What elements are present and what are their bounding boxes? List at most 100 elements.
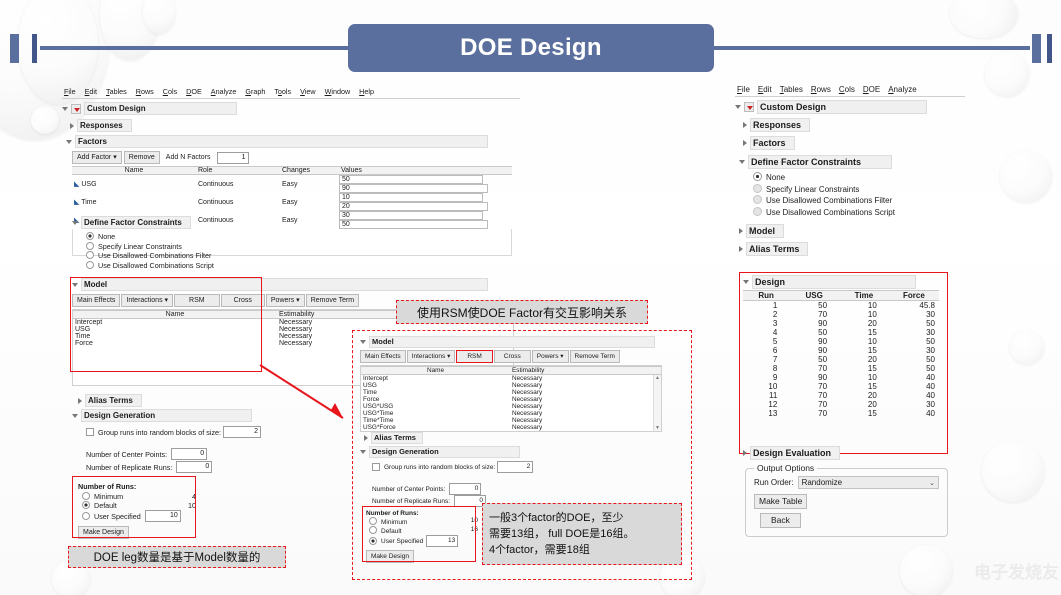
add-n-factors-input[interactable]: 1 xyxy=(216,151,249,164)
constraint-option-linear[interactable]: Specify Linear Constraints xyxy=(753,183,965,196)
section-model[interactable]: Model xyxy=(746,224,784,238)
main-effects-button[interactable]: Main Effects xyxy=(360,350,406,363)
back-button[interactable]: Back xyxy=(760,513,801,528)
constraint-option-filter[interactable]: Use Disallowed Combinations Filter xyxy=(86,251,522,261)
menu-item-rows[interactable]: Rows xyxy=(811,85,831,94)
menu-item-rows[interactable]: Rows xyxy=(136,87,154,96)
disclosure-icon[interactable] xyxy=(72,413,78,418)
constraint-option-script[interactable]: Use Disallowed Combinations Script xyxy=(86,260,522,271)
table-row[interactable]: Time*Time Necessary xyxy=(361,417,661,424)
factor-low[interactable]: 50 xyxy=(339,175,483,184)
menu-item-analyze[interactable]: Analyze xyxy=(211,87,237,96)
menu-item-edit[interactable]: Edit xyxy=(758,85,772,94)
factor-high[interactable]: 90 xyxy=(339,184,488,193)
disclosure-icon[interactable] xyxy=(743,140,747,146)
constraint-option-none[interactable]: None xyxy=(86,232,522,242)
factor-high[interactable]: 20 xyxy=(339,202,488,211)
menu-item-cols[interactable]: Cols xyxy=(163,87,177,96)
table-row[interactable]: USG*Force Necessary xyxy=(361,424,661,431)
radio-icon[interactable] xyxy=(753,206,762,216)
radio-icon[interactable] xyxy=(86,260,94,269)
radio-icon[interactable] xyxy=(753,195,762,204)
disclosure-icon[interactable] xyxy=(78,397,82,404)
section-design-generation[interactable]: Design Generation xyxy=(369,446,520,458)
constraint-option-filter[interactable]: Use Disallowed Combinations Filter xyxy=(753,195,965,207)
menu-item-doe[interactable]: DOE xyxy=(863,85,880,94)
cross-button[interactable]: Cross xyxy=(493,350,531,363)
rsm-button[interactable]: RSM xyxy=(456,350,493,363)
run-order-select[interactable]: Randomize ⌄ xyxy=(797,476,939,489)
table-row[interactable]: ◣ Time Continuous Easy 1020 xyxy=(72,193,512,211)
interactions-button[interactable]: Interactions ▾ xyxy=(406,350,456,363)
red-triangle-icon[interactable] xyxy=(744,102,754,112)
radio-icon[interactable] xyxy=(86,241,94,250)
remove-term-button[interactable]: Remove Term xyxy=(569,350,620,363)
radio-icon[interactable] xyxy=(86,232,94,240)
disclosure-icon[interactable] xyxy=(62,106,68,111)
menu-item-window[interactable]: Window xyxy=(325,87,351,96)
menu-item-help[interactable]: Help xyxy=(359,87,374,96)
table-row[interactable]: Force Necessary xyxy=(361,396,661,403)
disclosure-icon[interactable] xyxy=(360,340,366,344)
constraint-option-none[interactable]: None xyxy=(753,172,965,184)
table-row[interactable]: USG*USG Necessary xyxy=(361,403,661,410)
menu-item-file[interactable]: File xyxy=(737,85,750,94)
table-row[interactable]: Intercept Necessary xyxy=(361,375,661,382)
menu-item-tables[interactable]: Tables xyxy=(106,87,127,96)
scrollbar[interactable]: ▲ ▼ xyxy=(653,375,661,431)
powers-button[interactable]: Powers ▾ xyxy=(531,350,569,363)
disclosure-icon[interactable] xyxy=(739,160,745,164)
table-row[interactable]: USG Necessary xyxy=(361,382,661,389)
section-define-factor-constraints[interactable]: Define Factor Constraints xyxy=(748,155,893,169)
table-row[interactable]: ◣ USG Continuous Easy 5090 xyxy=(72,175,512,193)
disclosure-icon[interactable] xyxy=(72,220,78,225)
section-responses[interactable]: Responses xyxy=(750,118,811,132)
table-row[interactable]: USG*Time Necessary xyxy=(361,410,661,417)
disclosure-icon[interactable] xyxy=(360,450,366,454)
group-runs-size-input[interactable]: 2 xyxy=(497,461,534,473)
section-design-generation[interactable]: Design Generation xyxy=(81,409,253,422)
add-factor-button[interactable]: Add Factor ▾ xyxy=(72,151,122,164)
section-responses[interactable]: Responses xyxy=(77,119,132,132)
menu-item-cols[interactable]: Cols xyxy=(839,85,855,94)
constraint-option-linear[interactable]: Specify Linear Constraints xyxy=(86,241,522,252)
table-row[interactable]: Time Necessary xyxy=(361,389,661,396)
make-table-button[interactable]: Make Table xyxy=(754,494,808,509)
menu-item-view[interactable]: View xyxy=(300,87,315,96)
section-alias-terms[interactable]: Alias Terms xyxy=(85,394,142,407)
powers-button[interactable]: Powers ▾ xyxy=(265,294,305,307)
disclosure-icon[interactable] xyxy=(735,105,741,109)
group-runs-checkbox[interactable] xyxy=(372,463,380,471)
menu-item-graph[interactable]: Graph xyxy=(245,87,265,96)
factor-low[interactable]: 10 xyxy=(339,193,483,202)
remove-term-button[interactable]: Remove Term xyxy=(305,294,360,307)
center-points-input[interactable]: 0 xyxy=(171,448,208,460)
section-factors[interactable]: Factors xyxy=(750,136,795,150)
disclosure-icon[interactable] xyxy=(743,450,747,456)
disclosure-icon[interactable] xyxy=(743,122,747,128)
disclosure-icon[interactable] xyxy=(70,122,74,129)
center-points-input[interactable]: 0 xyxy=(449,483,482,495)
replicate-runs-input[interactable]: 0 xyxy=(176,461,213,473)
section-model[interactable]: Model xyxy=(369,336,655,348)
menu-item-analyze[interactable]: Analyze xyxy=(888,85,916,94)
section-define-factor-constraints[interactable]: Define Factor Constraints xyxy=(81,216,191,229)
disclosure-icon[interactable] xyxy=(66,139,72,144)
menu-item-tables[interactable]: Tables xyxy=(780,85,803,94)
remove-factor-button[interactable]: Remove xyxy=(123,151,160,164)
disclosure-icon[interactable] xyxy=(739,246,743,252)
constraint-option-script[interactable]: Use Disallowed Combinations Script xyxy=(753,206,965,219)
red-triangle-icon[interactable] xyxy=(71,103,81,114)
section-alias-terms[interactable]: Alias Terms xyxy=(371,432,423,444)
disclosure-icon[interactable] xyxy=(364,435,368,441)
radio-icon[interactable] xyxy=(86,251,94,259)
section-factors[interactable]: Factors xyxy=(75,135,488,148)
disclosure-icon[interactable] xyxy=(739,228,743,234)
menu-item-tools[interactable]: Tools xyxy=(274,87,291,96)
menu-item-doe[interactable]: DOE xyxy=(186,87,202,96)
radio-icon[interactable] xyxy=(753,183,762,193)
menu-item-edit[interactable]: Edit xyxy=(85,87,97,96)
radio-icon[interactable] xyxy=(753,172,762,181)
group-runs-checkbox[interactable] xyxy=(86,428,94,436)
section-alias-terms[interactable]: Alias Terms xyxy=(746,242,809,256)
